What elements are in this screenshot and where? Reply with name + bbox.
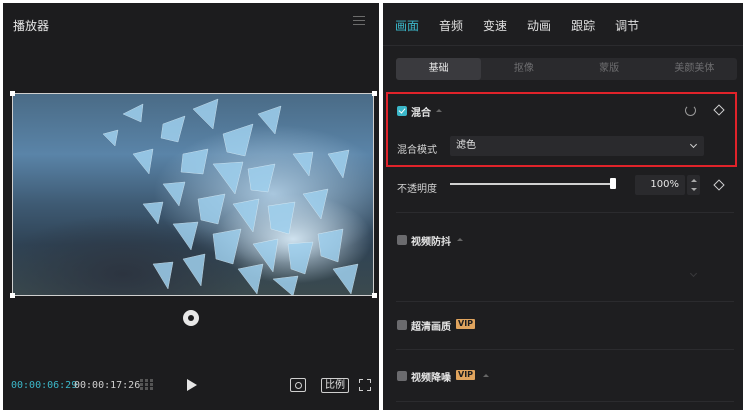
tab-animation[interactable]: 动画 [527, 17, 551, 34]
menu-icon[interactable] [353, 16, 365, 26]
tab-tracking[interactable]: 跟踪 [571, 17, 595, 34]
tab-picture[interactable]: 画面 [395, 17, 419, 34]
section-divider [396, 212, 734, 213]
subtab-basic[interactable]: 基础 [396, 58, 482, 80]
subtab-bar: 基础 抠像 蒙版 美颜美体 [396, 58, 737, 80]
collapse-icon[interactable] [436, 109, 442, 112]
denoise-label: 视频降噪 [411, 373, 451, 384]
resize-handle-bottom-left[interactable] [10, 293, 15, 298]
opacity-keyframe-diamond-icon[interactable] [713, 179, 725, 191]
vip-badge: VIP [456, 370, 476, 380]
chevron-down-icon [689, 140, 698, 149]
stabilize-collapse-icon[interactable] [457, 238, 463, 241]
opacity-label: 不透明度 [397, 184, 437, 195]
tab-adjust[interactable]: 调节 [615, 17, 639, 34]
subtab-beauty[interactable]: 美颜美体 [652, 58, 737, 80]
stabilize-label: 视频防抖 [411, 237, 451, 248]
ratio-button[interactable]: 比例 [321, 378, 349, 393]
timeline-grid-icon[interactable] [140, 379, 158, 391]
blend-label: 混合 [411, 108, 431, 119]
blend-checkbox[interactable] [397, 106, 407, 116]
vip-badge: VIP [456, 319, 476, 329]
denoise-checkbox[interactable] [397, 371, 407, 381]
reset-icon[interactable] [685, 105, 696, 116]
tab-divider [383, 45, 743, 46]
stabilize-level-select [450, 265, 704, 285]
section-divider [396, 401, 734, 402]
opacity-input[interactable]: 100% [635, 175, 685, 195]
blend-mode-select[interactable]: 滤色 [450, 136, 704, 156]
opacity-slider-thumb[interactable] [610, 178, 616, 189]
shatter-effect-overlay [102, 98, 359, 295]
subtab-mask[interactable]: 蒙版 [567, 58, 652, 80]
stabilize-checkbox[interactable] [397, 235, 407, 245]
play-icon[interactable] [187, 379, 197, 391]
current-time: 00:00:06:29 [11, 380, 78, 391]
tab-speed[interactable]: 变速 [483, 17, 507, 34]
hd-label: 超清画质 [411, 322, 451, 333]
resize-handle-bottom-right[interactable] [372, 293, 377, 298]
hd-checkbox[interactable] [397, 320, 407, 330]
fullscreen-icon[interactable] [359, 379, 371, 391]
total-time: 00:00:17:26 [74, 380, 141, 391]
video-preview[interactable] [12, 93, 374, 296]
denoise-collapse-icon[interactable] [483, 374, 489, 377]
blend-mode-label: 混合模式 [397, 145, 437, 156]
fit-view-icon[interactable] [290, 378, 306, 392]
tab-audio[interactable]: 音频 [439, 17, 463, 34]
opacity-stepper[interactable] [687, 175, 700, 195]
player-panel: 播放器 00:00:06:29 00:00:17:26 比例 [3, 3, 379, 410]
subtab-cutout[interactable]: 抠像 [481, 58, 566, 80]
chevron-down-icon [689, 269, 698, 278]
resize-handle-top-left[interactable] [10, 91, 15, 96]
resize-handle-top-right[interactable] [372, 91, 377, 96]
opacity-slider-track[interactable] [450, 183, 613, 185]
blend-mode-value: 滤色 [456, 140, 476, 151]
rotate-icon[interactable] [183, 310, 199, 326]
player-title: 播放器 [13, 19, 50, 33]
section-divider [396, 301, 734, 302]
section-divider [396, 349, 734, 350]
main-tabs: 画面 音频 变速 动画 跟踪 调节 [395, 17, 639, 34]
properties-panel: 画面 音频 变速 动画 跟踪 调节 基础 抠像 蒙版 美颜美体 混合 混合模式 … [383, 3, 743, 410]
